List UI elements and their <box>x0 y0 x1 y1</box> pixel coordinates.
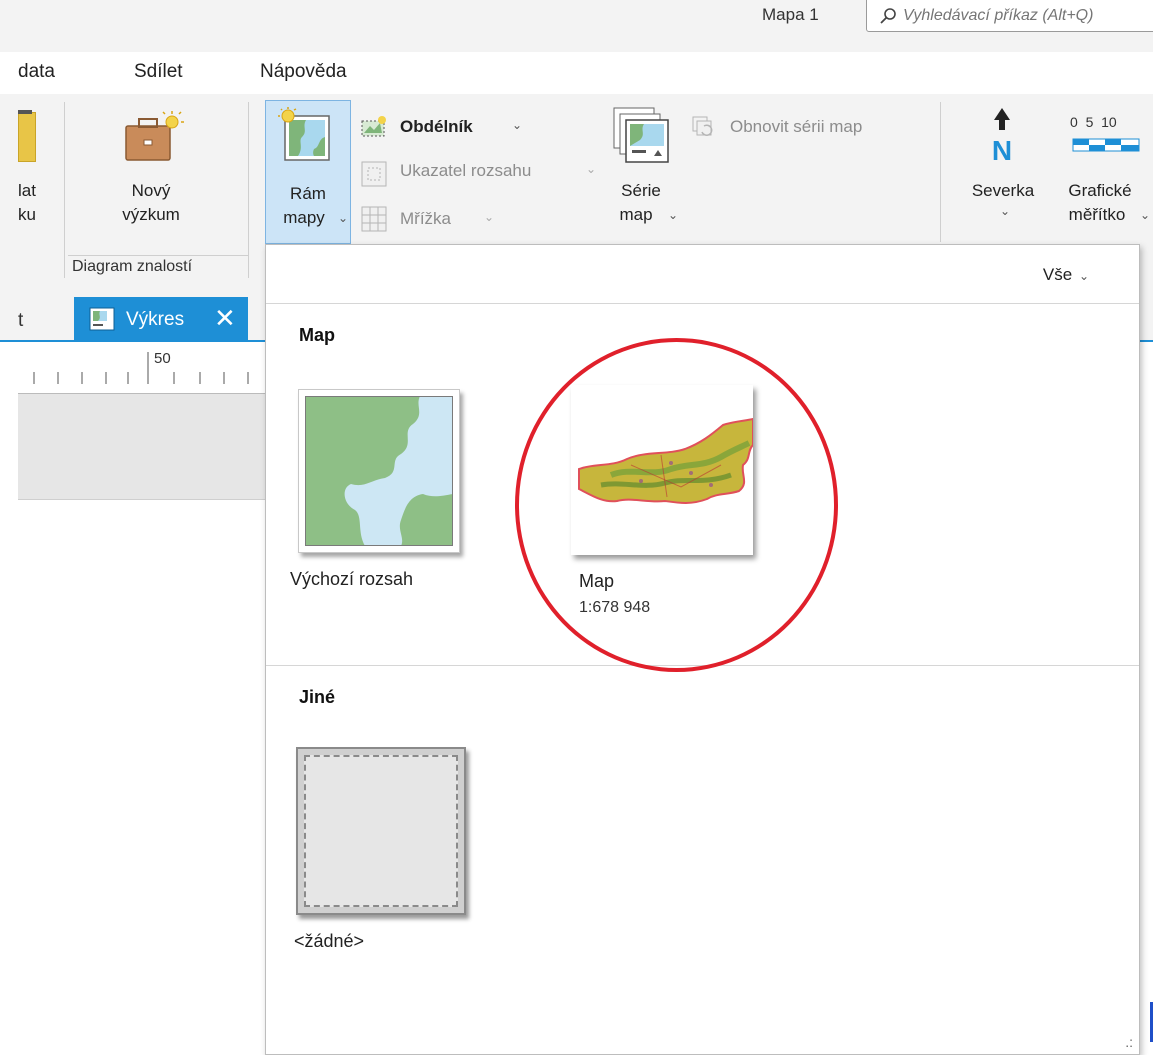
scale-bar-button[interactable]: 0 5 10 Grafické měřítko ⌄ <box>1054 104 1153 230</box>
scale-bar-tick-labels: 0 5 10 <box>1070 114 1117 130</box>
empty-frame-placeholder <box>304 755 458 907</box>
partial-button-label-2[interactable]: ku <box>18 204 36 226</box>
grid-icon <box>361 206 387 232</box>
gallery-filter-label: Vše <box>1042 265 1073 284</box>
map-series-label-1: Série <box>621 181 661 200</box>
extent-indicator-button[interactable]: Ukazatel rozsahu ⌄ <box>358 158 608 187</box>
rectangle-icon <box>361 116 386 137</box>
section-title-map: Map <box>299 325 335 345</box>
svg-text:N: N <box>992 135 1012 164</box>
chevron-down-icon: ⌄ <box>484 210 495 224</box>
map-frame-label-2: mapy <box>283 208 325 227</box>
extent-indicator-label: Ukazatel rozsahu <box>400 161 532 180</box>
ribbon-separator <box>64 102 65 278</box>
chevron-down-icon: ⌄ <box>1078 269 1089 283</box>
gallery-item-none[interactable]: <žádné> <box>290 745 490 955</box>
gallery-divider <box>266 303 1139 304</box>
chevron-down-icon: ⌄ <box>338 211 349 225</box>
scale-bar-label-1: Grafické <box>1068 181 1132 200</box>
tab-layout-vykres[interactable]: Výkres ✕ <box>74 297 248 342</box>
ruler-ticks <box>33 352 249 384</box>
map-frame-label-1: Rám <box>290 184 326 203</box>
grid-label: Mřížka <box>400 209 451 228</box>
ruler-label: 50 <box>154 350 171 367</box>
default-extent-map-thumbnail <box>305 396 453 546</box>
document-title: Mapa 1 <box>762 5 819 24</box>
chevron-down-icon: ⌄ <box>1140 208 1151 222</box>
briefcase-icon <box>125 111 184 161</box>
layout-icon <box>89 307 115 331</box>
new-research-label-2: výzkum <box>122 205 180 224</box>
gallery-item-label: Výchozí rozsah <box>290 569 414 589</box>
grid-button[interactable]: Mřížka ⌄ <box>358 205 508 233</box>
new-research-label-1: Nový <box>131 181 171 200</box>
layout-canvas <box>18 394 265 500</box>
section-title-other: Jiné <box>299 687 336 707</box>
tab-underline <box>1138 340 1153 342</box>
command-search-input[interactable] <box>903 5 1153 27</box>
resize-grip-icon[interactable]: .: <box>1125 1034 1133 1050</box>
annotation-circle <box>515 338 838 672</box>
scale-bar-icon <box>1072 138 1140 152</box>
group-label-knowledge-diagram: Diagram znalostí <box>72 258 193 275</box>
north-arrow-button[interactable]: N Severka ⌄ <box>958 104 1048 230</box>
refresh-series-icon <box>692 116 713 136</box>
refresh-map-series-label: Obnovit sérii map <box>730 117 863 136</box>
close-icon[interactable]: ✕ <box>214 303 236 333</box>
ribbon-separator <box>248 102 249 278</box>
horizontal-ruler: 50 <box>18 342 265 394</box>
ribbon-separator <box>940 102 941 242</box>
north-arrow-icon: N <box>992 108 1012 164</box>
tab-help[interactable]: Nápověda <box>260 60 347 84</box>
chevron-down-icon: ⌄ <box>1000 204 1011 218</box>
gallery-item-label: <žádné> <box>294 931 365 951</box>
gallery-filter-dropdown[interactable]: Vše ⌄ <box>1043 265 1089 285</box>
map-series-label-2: map <box>619 205 653 224</box>
chevron-down-icon: ⌄ <box>668 208 679 222</box>
chevron-down-icon: ⌄ <box>512 118 523 132</box>
group-divider <box>68 255 248 256</box>
tab-share[interactable]: Sdílet <box>134 60 183 84</box>
tab-layout-label: Výkres <box>126 309 185 330</box>
tab-data[interactable]: data <box>18 60 55 84</box>
partial-button-icon-detail <box>18 110 32 114</box>
refresh-map-series-button[interactable]: Obnovit sérii map <box>690 114 930 142</box>
extent-indicator-icon <box>361 161 387 187</box>
thumbnail-frame <box>296 747 466 915</box>
map-series-button[interactable]: Série map ⌄ <box>600 104 682 234</box>
chevron-down-icon: ⌄ <box>586 162 597 176</box>
new-research-button[interactable]: Nový výzkum <box>100 104 202 232</box>
scale-bar-label-2: měřítko <box>1068 205 1126 224</box>
map-frame-button[interactable]: Rám mapy ⌄ <box>265 100 351 244</box>
partial-button-icon <box>18 112 36 162</box>
rectangle-label: Obdélník <box>400 117 473 136</box>
tab-partial[interactable]: t <box>18 310 23 332</box>
rectangle-button[interactable]: Obdélník ⌄ <box>358 114 528 142</box>
north-arrow-label: Severka <box>971 181 1035 200</box>
search-icon <box>880 8 896 24</box>
thumbnail-frame <box>298 389 460 553</box>
map-frame-icon <box>278 107 330 161</box>
partial-button-label-1[interactable]: lat <box>18 180 36 202</box>
command-search-box[interactable] <box>866 0 1153 32</box>
gallery-item-default-extent[interactable]: Výchozí rozsah <box>290 385 490 605</box>
map-series-icon <box>613 107 669 163</box>
